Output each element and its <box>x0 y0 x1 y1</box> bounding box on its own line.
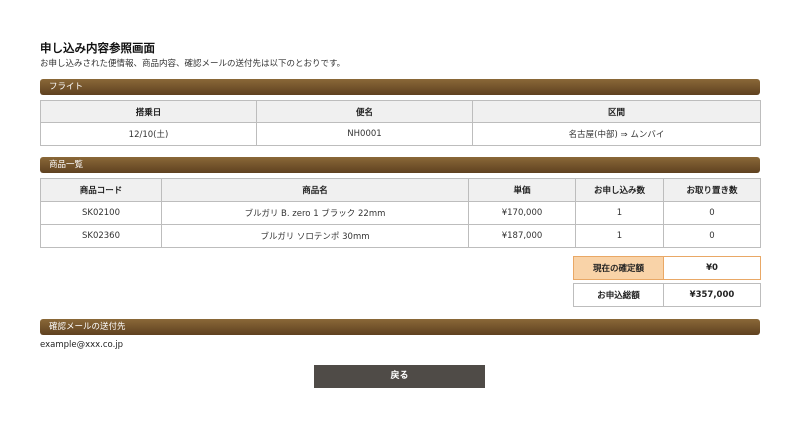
header-flight-number: 便名 <box>256 100 473 123</box>
flight-route: 名古屋(中部) ⇒ ムンバイ <box>472 122 761 146</box>
products-table: 商品コード 商品名 単価 お申し込み数 お取り置き数 SK02100 ブルガリ … <box>40 178 761 248</box>
order-quantity: 1 <box>575 224 664 248</box>
totals-table: 現在の確定額 ¥0 <box>573 256 761 280</box>
flight-row: 12/10(土) NH0001 名古屋(中部) ⇒ ムンバイ <box>40 122 761 146</box>
reserved-quantity: 0 <box>663 224 761 248</box>
product-name: ブルガリ B. zero 1 ブラック 22mm <box>161 201 469 225</box>
reserved-quantity: 0 <box>663 201 761 225</box>
header-boarding-date: 搭乗日 <box>40 100 257 123</box>
product-code: SK02360 <box>40 224 162 248</box>
header-order-quantity: お申し込み数 <box>575 178 664 202</box>
product-code: SK02100 <box>40 201 162 225</box>
unit-price: ¥170,000 <box>468 201 576 225</box>
total-amount-row: お申込総額 ¥357,000 <box>573 283 761 307</box>
header-reserved-quantity: お取り置き数 <box>663 178 761 202</box>
total-amount-value: ¥357,000 <box>663 283 761 307</box>
flight-table: 搭乗日 便名 区間 12/10(土) NH0001 名古屋(中部) ⇒ ムンバイ <box>40 100 761 146</box>
header-product-name: 商品名 <box>161 178 469 202</box>
header-route: 区間 <box>472 100 761 123</box>
table-row: SK02100 ブルガリ B. zero 1 ブラック 22mm ¥170,00… <box>40 201 761 225</box>
products-section-header: 商品一覧 <box>40 157 760 173</box>
product-name: ブルガリ ソロテンポ 30mm <box>161 224 469 248</box>
confirmed-amount-row: 現在の確定額 ¥0 <box>573 256 761 280</box>
confirmed-amount-label: 現在の確定額 <box>573 256 664 280</box>
email-address: example@xxx.co.jp <box>40 340 124 350</box>
total-amount-label: お申込総額 <box>573 283 664 307</box>
unit-price: ¥187,000 <box>468 224 576 248</box>
header-product-code: 商品コード <box>40 178 162 202</box>
products-header-row: 商品コード 商品名 単価 お申し込み数 お取り置き数 <box>40 178 761 202</box>
boarding-date: 12/10(土) <box>40 122 257 146</box>
total-amount-table: お申込総額 ¥357,000 <box>573 283 761 307</box>
table-row: SK02360 ブルガリ ソロテンポ 30mm ¥187,000 1 0 <box>40 224 761 248</box>
back-button[interactable]: 戻る <box>314 365 485 388</box>
flight-number: NH0001 <box>256 122 473 146</box>
header-unit-price: 単価 <box>468 178 576 202</box>
flight-section-header: フライト <box>40 79 760 95</box>
page-description: お申し込みされた便情報、商品内容、確認メールの送付先は以下のとおりです。 <box>40 59 346 69</box>
order-quantity: 1 <box>575 201 664 225</box>
email-section-header: 確認メールの送付先 <box>40 319 760 335</box>
page-title: 申し込み内容参照画面 <box>40 41 155 55</box>
confirmed-amount-value: ¥0 <box>663 256 761 280</box>
page: 申し込み内容参照画面 お申し込みされた便情報、商品内容、確認メールの送付先は以下… <box>0 0 800 429</box>
flight-header-row: 搭乗日 便名 区間 <box>40 100 761 123</box>
